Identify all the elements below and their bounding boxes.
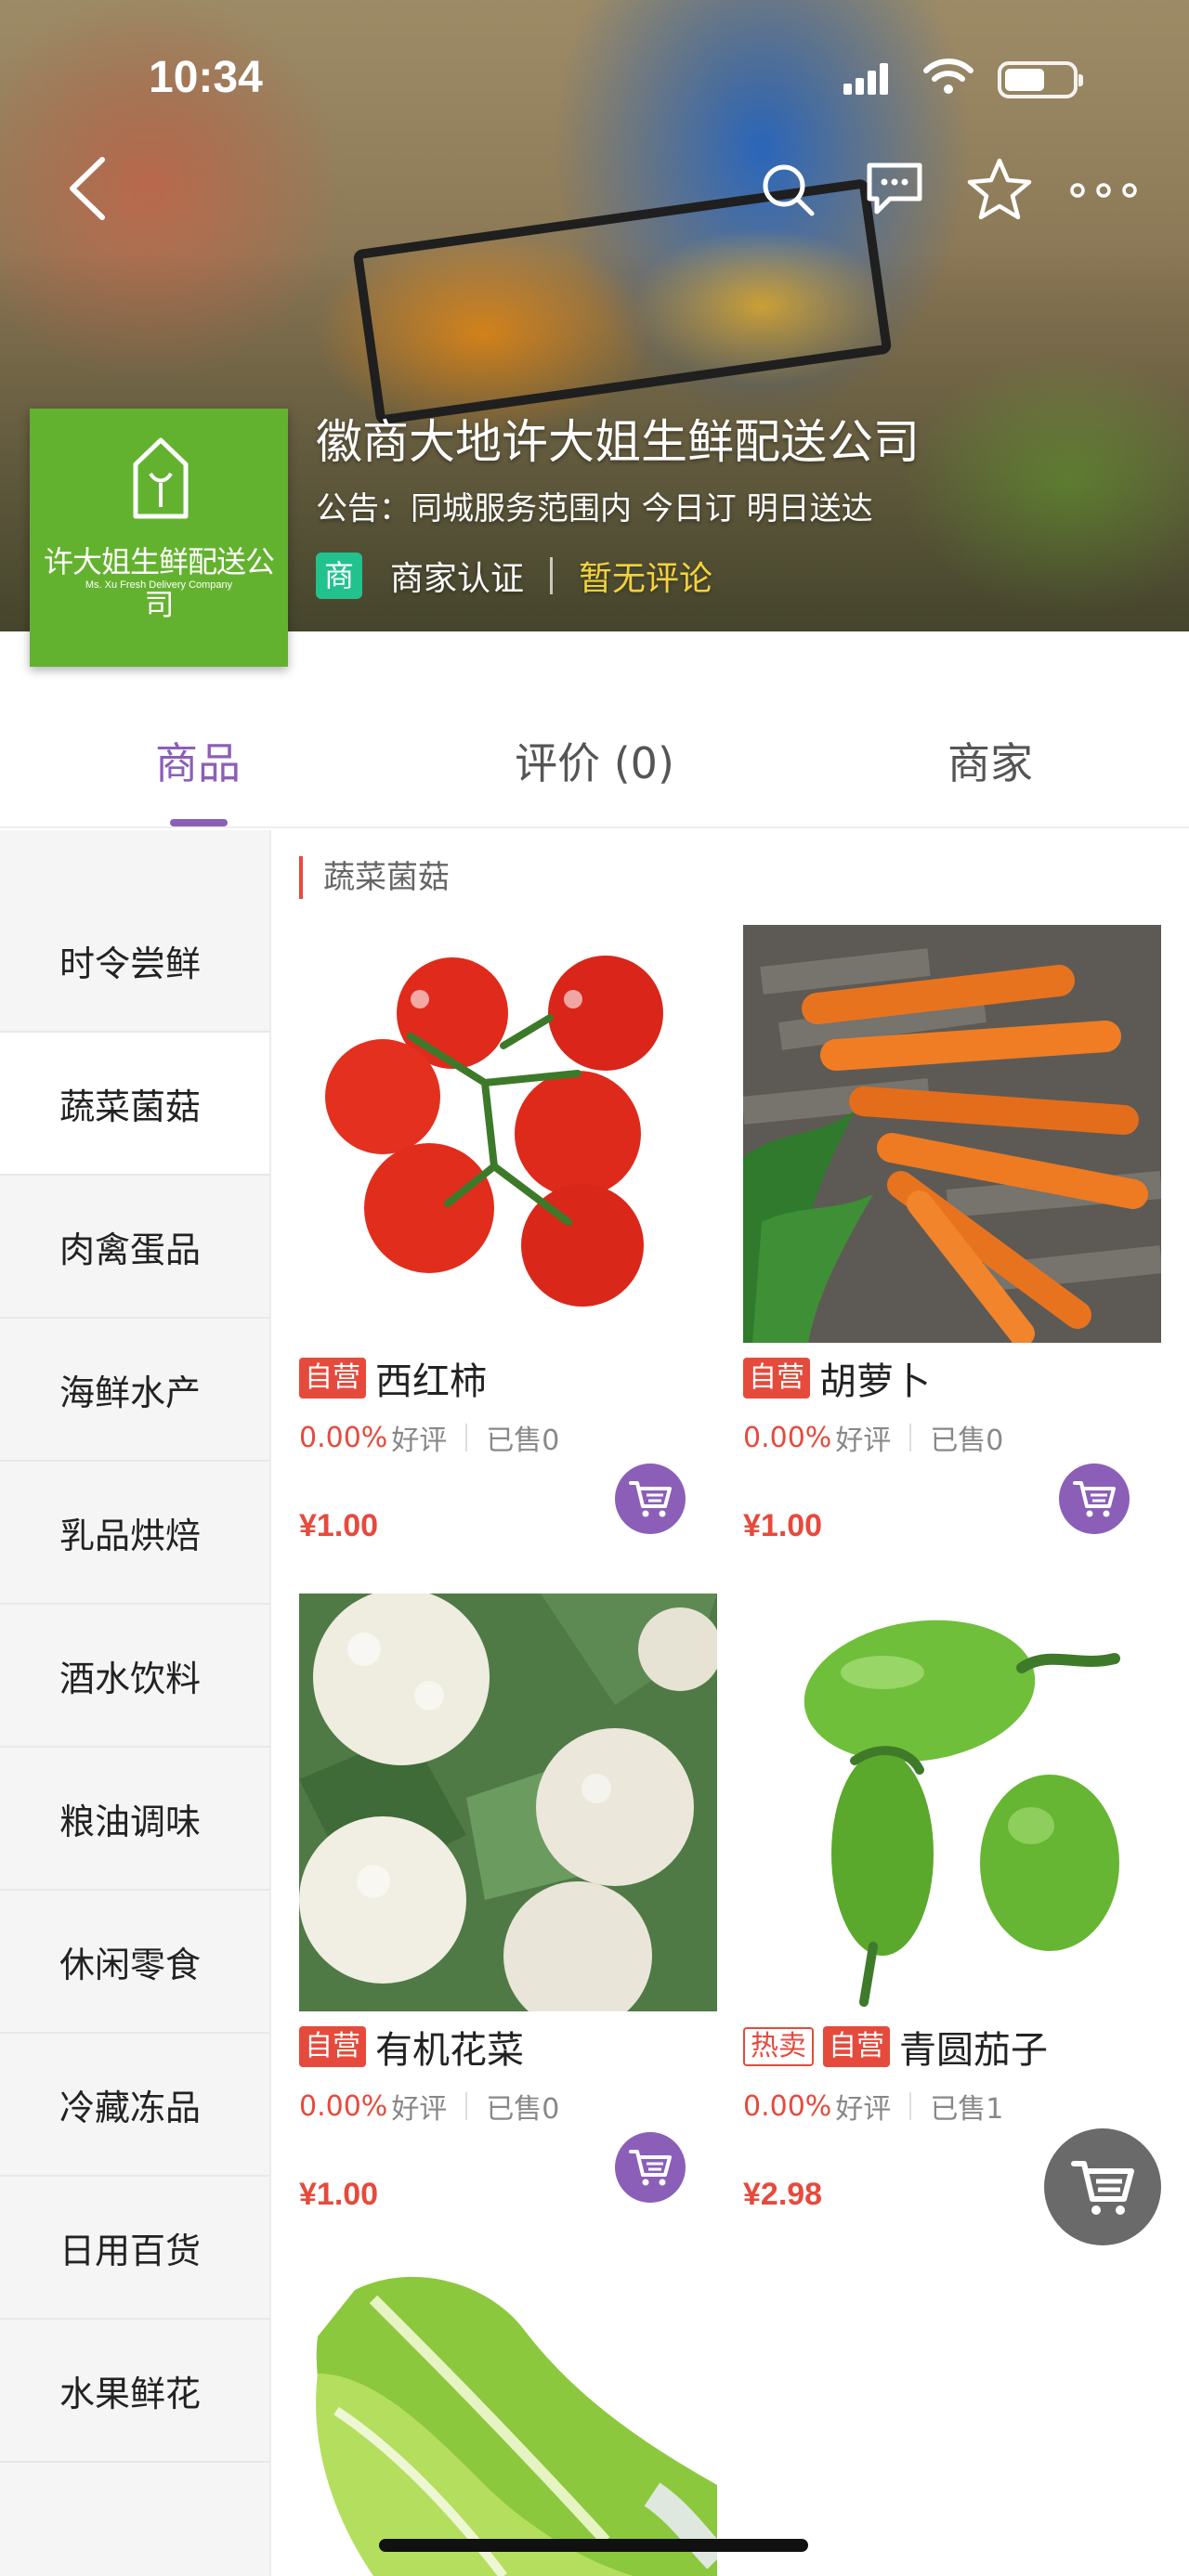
- category-drinks[interactable]: 酒水饮料: [0, 1605, 269, 1748]
- stats-divider: [909, 1424, 912, 1451]
- shop-badges: 商 商家认证 暂无评论: [316, 550, 712, 602]
- good-review-rate: 0.00%: [743, 2089, 832, 2123]
- category-grain-oil[interactable]: 粮油调味: [0, 1748, 269, 1891]
- sold-count: 已售0: [486, 1425, 560, 1457]
- logo-english-text: Ms. Xu Fresh Delivery Company: [85, 579, 233, 591]
- hot-sale-tag: 热卖: [743, 2027, 814, 2066]
- category-snacks[interactable]: 休闲零食: [0, 1891, 269, 2034]
- message-icon[interactable]: [862, 160, 927, 219]
- add-to-cart-button[interactable]: [615, 2132, 686, 2203]
- more-options-icon[interactable]: [1068, 176, 1139, 204]
- self-operated-tag: 自营: [743, 1358, 810, 1399]
- cart-icon: [629, 1481, 672, 1517]
- good-review-label: 好评: [835, 1425, 892, 1457]
- shop-name: 徽商大地许大姐生鲜配送公司: [316, 415, 920, 469]
- category-daily-goods[interactable]: 日用百货: [0, 2177, 269, 2320]
- category-meat-eggs[interactable]: 肉禽蛋品: [0, 1176, 269, 1319]
- product-image-tomato[interactable]: [299, 925, 717, 1343]
- stats-divider: [465, 2092, 468, 2120]
- product-price: ¥1.00: [743, 1508, 823, 1543]
- product-image-green-eggplant[interactable]: [743, 1594, 1161, 2011]
- self-operated-tag: 自营: [299, 1358, 366, 1399]
- tab-merchant[interactable]: 商家: [947, 730, 1033, 791]
- product-title-row: 热卖 自营 青圆茄子: [743, 2021, 1048, 2073]
- wifi-icon: [923, 59, 973, 94]
- shop-notice: 公告：同城服务范围内 今日订 明日送达: [316, 490, 873, 527]
- category-frozen[interactable]: 冷藏冻品: [0, 2034, 269, 2177]
- product-image-carrot[interactable]: [743, 925, 1161, 1343]
- battery-icon: [998, 61, 1083, 98]
- tab-reviews[interactable]: 评价 (0): [515, 730, 674, 791]
- product-stats: 0.00% 好评 已售1: [743, 2086, 1003, 2127]
- favorite-star-icon[interactable]: [966, 156, 1033, 221]
- product-stats: 0.00% 好评 已售0: [299, 2086, 559, 2127]
- category-seasonal[interactable]: 时令尝鲜: [0, 890, 269, 1033]
- merchant-certification: 商家认证: [390, 560, 525, 598]
- product-image-cabbage[interactable]: [299, 2262, 717, 2576]
- review-status[interactable]: 暂无评论: [579, 552, 712, 600]
- category-dairy-bakery[interactable]: 乳品烘焙: [0, 1462, 269, 1605]
- sold-count: 已售0: [930, 1425, 1004, 1457]
- shop-logo: 许大姐生鲜配送公司 Ms. Xu Fresh Delivery Company: [30, 409, 288, 667]
- category-sidebar: 时令尝鲜 蔬菜菌菇 肉禽蛋品 海鲜水产 乳品烘焙 酒水饮料 粮油调味 休闲零食 …: [0, 830, 269, 2576]
- stats-divider: [909, 2092, 912, 2120]
- add-to-cart-button[interactable]: [1059, 1464, 1130, 1534]
- good-review-label: 好评: [391, 1425, 448, 1457]
- status-time: 10:34: [149, 53, 263, 102]
- cart-icon: [1071, 2161, 1134, 2215]
- cellular-signal-icon: [843, 61, 890, 95]
- category-fruit-flowers[interactable]: 水果鲜花: [0, 2320, 269, 2463]
- category-vegetables[interactable]: 蔬菜菌菇: [0, 1033, 269, 1176]
- section-title: 蔬菜菌菇: [299, 856, 450, 899]
- house-logo-icon: [133, 437, 189, 519]
- sold-count: 已售0: [486, 2093, 560, 2126]
- cart-icon: [1073, 1481, 1116, 1517]
- product-price: ¥2.98: [743, 2177, 823, 2212]
- product-name[interactable]: 西红柿: [375, 1351, 487, 1405]
- sold-count: 已售1: [930, 2093, 1004, 2126]
- product-image-cauliflower[interactable]: [299, 1594, 717, 2011]
- good-review-rate: 0.00%: [743, 1421, 832, 1454]
- category-seafood[interactable]: 海鲜水产: [0, 1319, 269, 1462]
- product-name[interactable]: 胡萝卜: [819, 1351, 931, 1405]
- product-title-row: 自营 胡萝卜: [743, 1352, 931, 1404]
- tab-products[interactable]: 商品: [155, 730, 241, 791]
- back-arrow-icon[interactable]: [61, 154, 117, 223]
- good-review-rate: 0.00%: [299, 1421, 388, 1454]
- floating-cart-button[interactable]: [1044, 2128, 1161, 2245]
- product-name[interactable]: 青圆茄子: [899, 2020, 1048, 2074]
- product-title-row: 自营 西红柿: [299, 1352, 487, 1404]
- home-indicator[interactable]: [379, 2539, 808, 2552]
- stats-divider: [465, 1424, 468, 1451]
- self-operated-tag: 自营: [299, 2026, 366, 2067]
- search-icon[interactable]: [758, 160, 817, 219]
- good-review-rate: 0.00%: [299, 2089, 388, 2123]
- product-price: ¥1.00: [299, 1508, 379, 1543]
- product-title-row: 自营 有机花菜: [299, 2021, 524, 2073]
- product-stats: 0.00% 好评 已售0: [299, 1417, 559, 1458]
- active-tab-indicator: [170, 819, 228, 826]
- self-operated-tag: 自营: [823, 2026, 890, 2067]
- battery-fill: [1005, 69, 1044, 91]
- sidebar-divider: [269, 830, 271, 2576]
- badge-divider: [550, 557, 554, 594]
- merchant-badge: 商: [316, 553, 362, 599]
- good-review-label: 好评: [835, 2093, 892, 2126]
- product-price: ¥1.00: [299, 2177, 379, 2212]
- product-name[interactable]: 有机花菜: [375, 2020, 524, 2074]
- add-to-cart-button[interactable]: [615, 1464, 686, 1534]
- product-stats: 0.00% 好评 已售0: [743, 1417, 1003, 1458]
- cart-icon: [629, 2150, 672, 2186]
- good-review-label: 好评: [391, 2093, 448, 2126]
- status-bar: 10:34: [0, 0, 1189, 111]
